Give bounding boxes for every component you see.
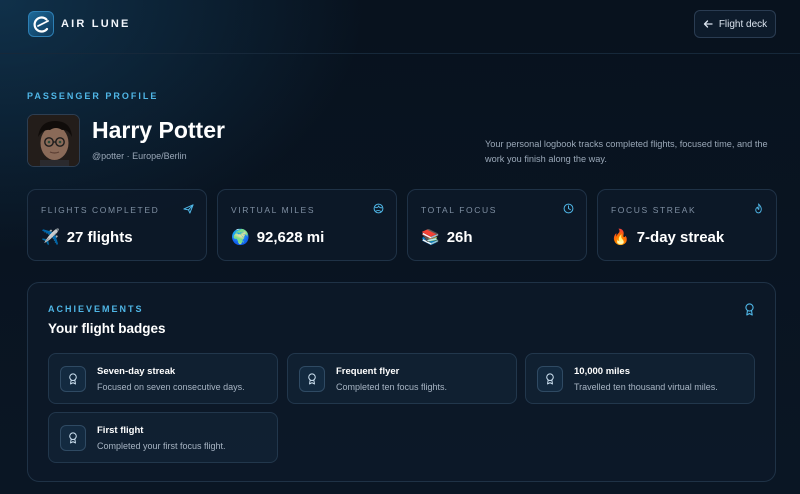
award-icon <box>546 373 554 385</box>
badge-seven-day-streak[interactable]: Seven-day streak Focused on seven consec… <box>48 353 278 404</box>
profile-tagline: Your personal logbook tracks completed f… <box>485 139 768 164</box>
flight-deck-label: Flight deck <box>718 18 768 30</box>
fire-emoji-icon: 🔥 <box>611 229 630 246</box>
stat-card-focus: TOTAL FOCUS 📚 26h <box>407 189 587 261</box>
badge-description: Completed your first focus flight. <box>97 441 226 451</box>
award-icon <box>69 373 77 385</box>
badge-first-flight[interactable]: First flight Completed your first focus … <box>48 412 278 463</box>
airplane-icon <box>183 204 194 214</box>
stat-value: 27 flights <box>66 228 133 246</box>
globe-icon <box>373 203 384 214</box>
stat-value: 26h <box>446 228 473 246</box>
books-emoji-icon: 📚 <box>421 229 440 246</box>
stat-value: 7-day streak <box>636 228 725 246</box>
stat-label: TOTAL FOCUS <box>421 205 498 215</box>
award-icon <box>745 303 754 316</box>
badge-description: Focused on seven consecutive days. <box>97 382 245 392</box>
brand-name: AIR LUNE <box>61 18 131 30</box>
flight-deck-button[interactable]: Flight deck <box>694 10 776 38</box>
passenger-handle: @potter · Europe/Berlin <box>92 151 187 161</box>
avatar <box>27 114 80 167</box>
stat-value: 92,628 mi <box>256 228 325 246</box>
passenger-name: Harry Potter <box>92 117 225 143</box>
award-icon <box>308 373 316 385</box>
badge-frequent-flyer[interactable]: Frequent flyer Completed ten focus fligh… <box>287 353 517 404</box>
badge-title: First flight <box>97 425 144 436</box>
badge-description: Completed ten focus flights. <box>336 382 448 392</box>
clock-icon <box>563 203 574 214</box>
stat-label: VIRTUAL MILES <box>231 205 316 215</box>
achievements-title: Your flight badges <box>48 321 166 336</box>
achievements-eyebrow: ACHIEVEMENTS <box>48 304 144 314</box>
badge-10000-miles[interactable]: 10,000 miles Travelled ten thousand virt… <box>525 353 755 404</box>
arrow-left-icon <box>703 20 713 28</box>
stat-card-miles: VIRTUAL MILES 🌍 92,628 mi <box>217 189 397 261</box>
stat-label: FLIGHTS COMPLETED <box>41 205 160 215</box>
air-lune-logo-icon[interactable] <box>28 11 54 37</box>
flame-icon <box>755 203 762 214</box>
badge-description: Travelled ten thousand virtual miles. <box>574 382 718 392</box>
stat-card-flights: FLIGHTS COMPLETED ✈️ 27 flights <box>27 189 207 261</box>
award-icon <box>69 432 77 444</box>
stat-card-streak: FOCUS STREAK 🔥 7-day streak <box>597 189 777 261</box>
badge-title: 10,000 miles <box>574 366 630 377</box>
profile-eyebrow: PASSENGER PROFILE <box>27 91 159 101</box>
top-bar: AIR LUNE Flight deck <box>0 0 800 54</box>
globe-emoji-icon: 🌍 <box>231 229 250 246</box>
badge-title: Seven-day streak <box>97 366 176 377</box>
stat-label: FOCUS STREAK <box>611 205 697 215</box>
airplane-emoji-icon: ✈️ <box>41 229 60 246</box>
badge-title: Frequent flyer <box>336 366 400 377</box>
achievements-panel: ACHIEVEMENTS Your flight badges Seven-da… <box>27 282 776 482</box>
